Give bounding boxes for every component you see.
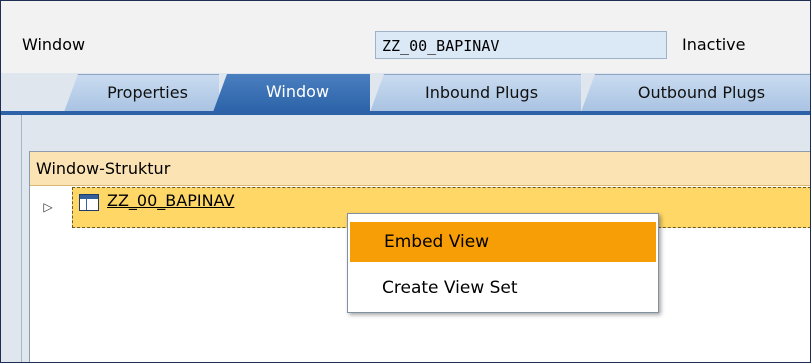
tab-outbound-plugs[interactable]: Outbound Plugs (581, 74, 810, 112)
structure-header: Window-Struktur (30, 152, 810, 186)
tab-inbound-plugs[interactable]: Inbound Plugs (370, 74, 581, 112)
tree-node-label[interactable]: ZZ_00_BAPINAV (107, 191, 234, 210)
menu-item-create-view-set[interactable]: Create View Set (348, 268, 658, 308)
object-type-label: Window (22, 35, 86, 54)
editor-header: Window ZZ_00_BAPINAV Inactive (1, 1, 810, 73)
context-menu: Embed View Create View Set (347, 213, 659, 313)
window-editor: Window ZZ_00_BAPINAV Inactive Properties… (0, 0, 811, 363)
window-icon (79, 194, 99, 211)
status-text: Inactive (682, 35, 746, 54)
menu-item-embed-view[interactable]: Embed View (350, 222, 656, 262)
window-name-field[interactable]: ZZ_00_BAPINAV (375, 31, 667, 59)
tab-properties[interactable]: Properties (64, 74, 219, 112)
expand-arrow-icon[interactable]: ▷ (39, 198, 57, 216)
tab-window[interactable]: Window (213, 74, 370, 112)
